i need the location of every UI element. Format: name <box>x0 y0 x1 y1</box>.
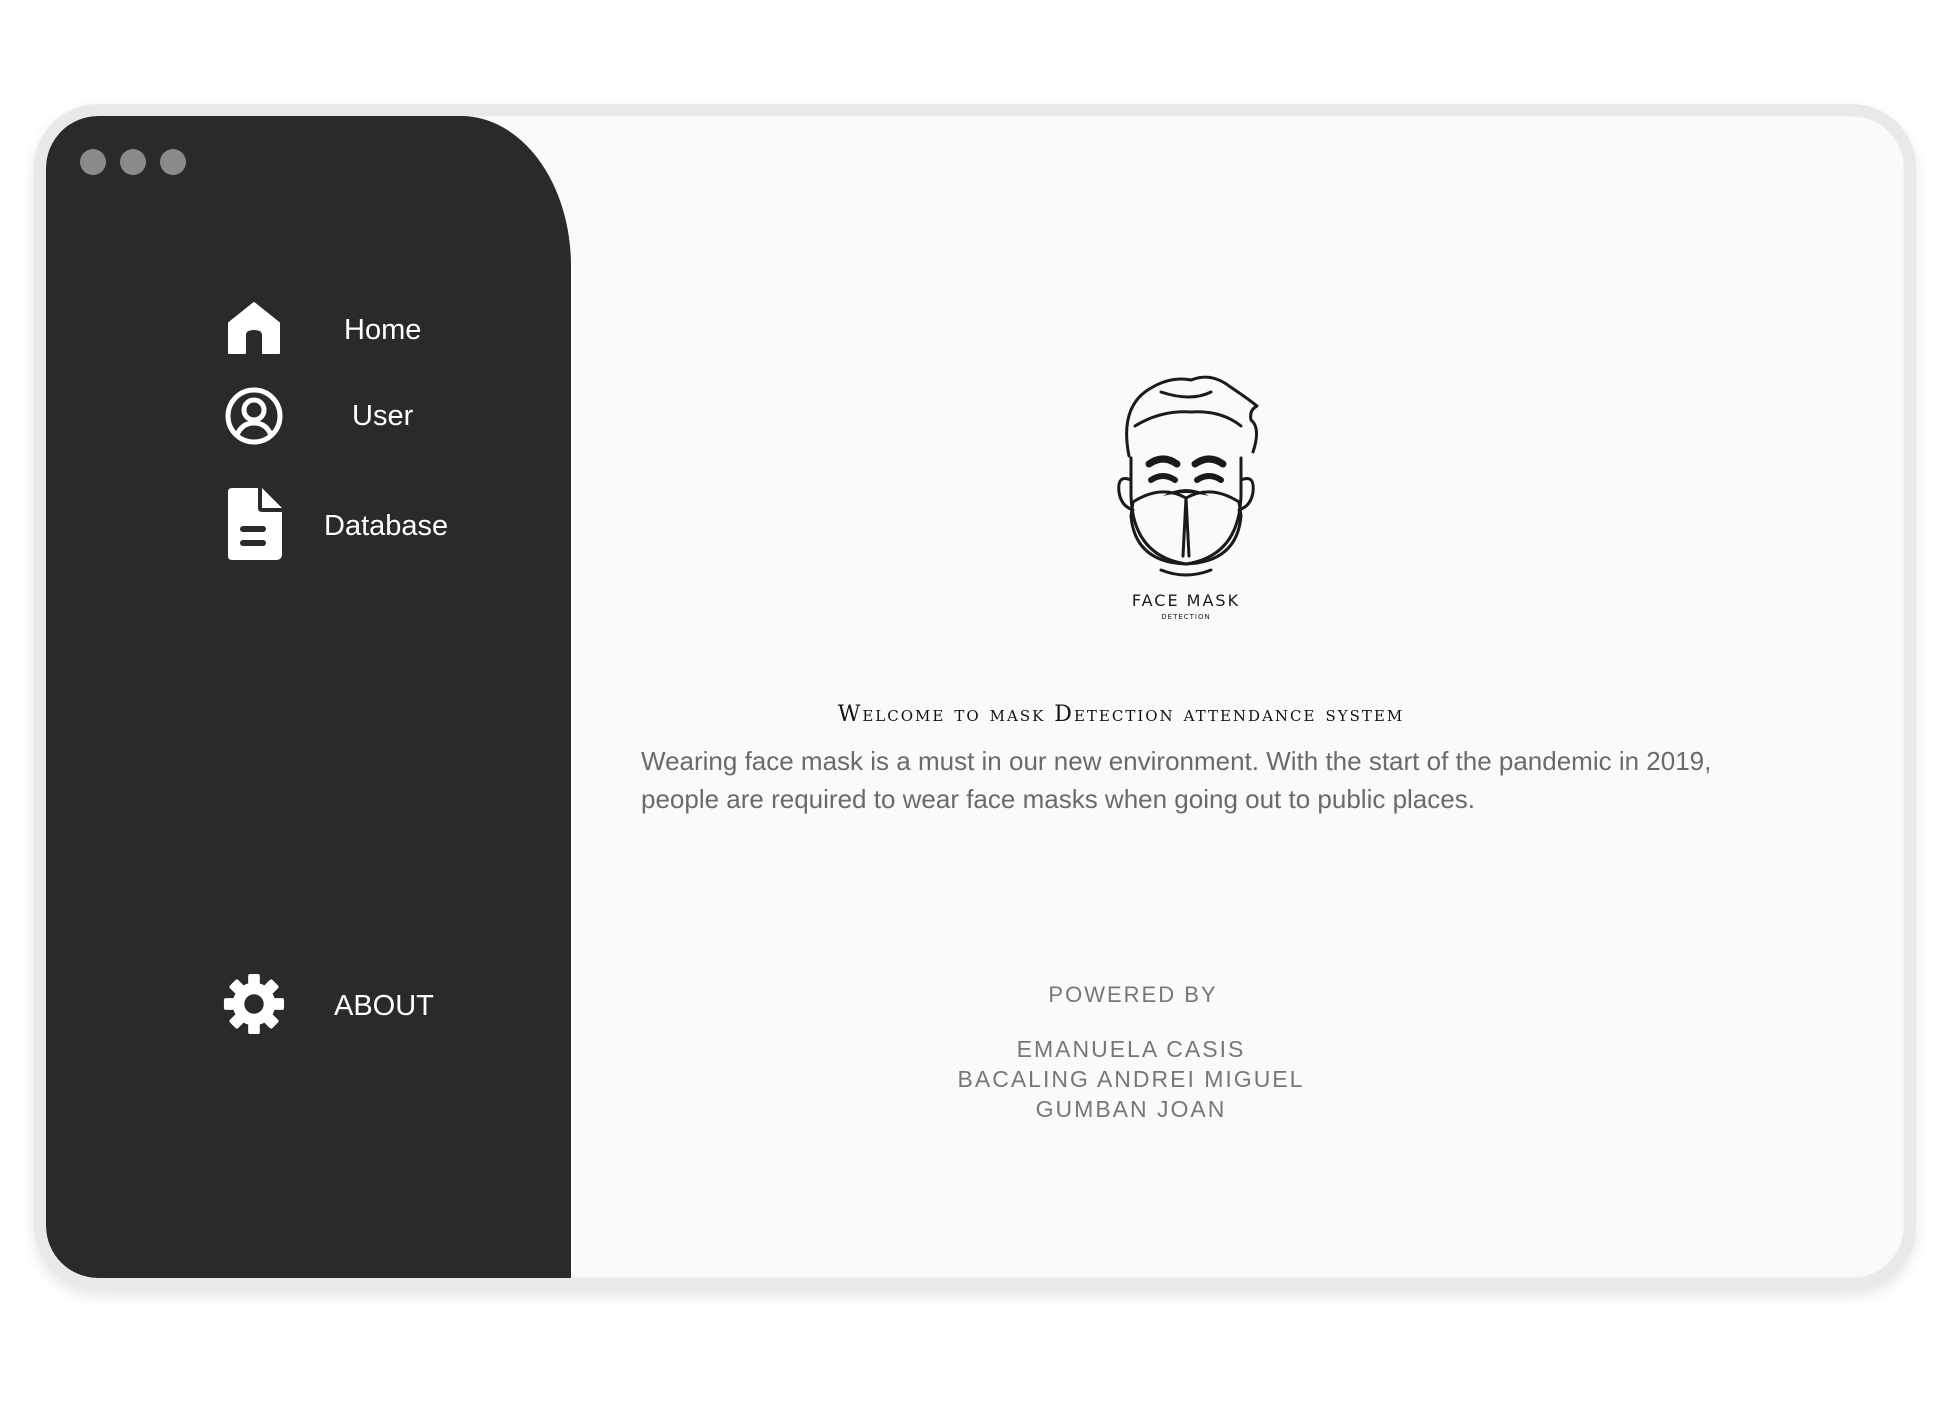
user-circle-icon <box>222 380 286 452</box>
sidebar-item-user[interactable]: User <box>222 380 413 452</box>
credit-name: GUMBAN JOAN <box>1035 1096 1227 1122</box>
sidebar: Home User Database ABOUT <box>46 116 571 1278</box>
sidebar-item-about[interactable]: ABOUT <box>222 968 434 1040</box>
sidebar-item-database[interactable]: Database <box>222 488 448 560</box>
minimize-dot[interactable] <box>120 149 146 175</box>
app-window: Home User Database ABOUT FACE MASK DETEC… <box>34 104 1916 1290</box>
sidebar-item-home[interactable]: Home <box>222 292 421 364</box>
document-icon <box>222 488 286 560</box>
sidebar-item-label: ABOUT <box>334 990 434 1022</box>
sidebar-item-label: Database <box>324 510 449 542</box>
logo-subtitle: DETECTION <box>1161 613 1211 621</box>
powered-by-label: POWERED BY <box>1048 982 1218 1007</box>
description-text: Wearing face mask is a must in our new e… <box>641 746 1712 814</box>
gear-icon <box>222 968 286 1040</box>
face-mask-logo: FACE MASK DETECTION <box>1091 366 1281 636</box>
window-controls <box>80 149 186 175</box>
welcome-heading: Welcome to mask Detection attendance sys… <box>837 702 1405 727</box>
credit-name: BACALING ANDREI MIGUEL <box>957 1066 1305 1092</box>
close-dot[interactable] <box>80 149 106 175</box>
home-icon <box>222 292 286 364</box>
sidebar-item-label: User <box>352 400 414 432</box>
main-content: FACE MASK DETECTION Welcome to mask Dete… <box>571 116 1904 1278</box>
sidebar-item-label: Home <box>344 314 422 346</box>
logo-title: FACE MASK <box>1132 591 1240 610</box>
credit-name: EMANUELA CASIS <box>1016 1036 1246 1062</box>
credits-list: EMANUELA CASIS BACALING ANDREI MIGUEL GU… <box>581 1034 1681 1124</box>
maximize-dot[interactable] <box>160 149 186 175</box>
